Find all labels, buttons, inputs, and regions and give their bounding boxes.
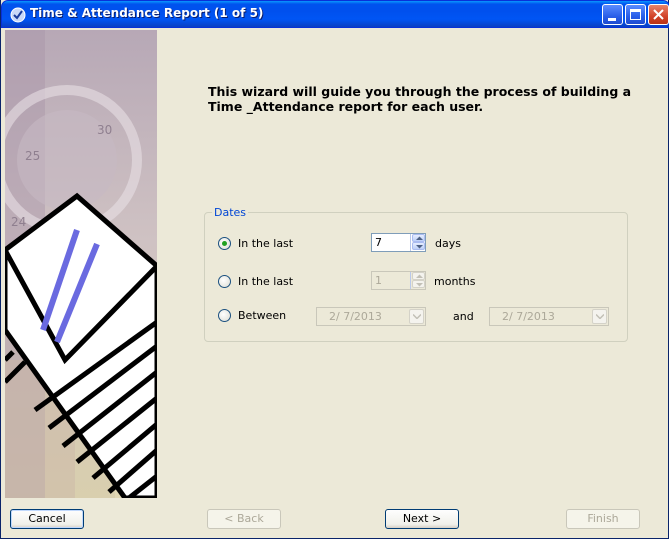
spin-down-button[interactable] [412,280,425,288]
start-date-picker[interactable]: 2/ 7/2013 [316,307,426,326]
checkmark-clock-icon [10,7,26,23]
svg-text:30: 30 [97,123,112,137]
spin-down-button[interactable] [412,242,425,250]
days-unit-label: days [435,237,461,250]
end-date-picker[interactable]: 2/ 7/2013 [489,307,609,326]
chevron-up-icon [416,274,423,278]
radio-button[interactable] [218,275,231,288]
months-spin-buttons[interactable] [410,272,425,289]
days-value: 7 [375,236,382,249]
months-unit-label: months [434,275,476,288]
days-spin-buttons[interactable] [410,234,425,251]
dates-group: Dates In the last 7 days In the last 1 m… [204,206,628,342]
wizard-intro-text: This wizard will guide you through the p… [208,84,632,114]
minimize-button[interactable] [602,4,623,25]
close-button[interactable] [648,4,669,25]
cancel-button[interactable]: Cancel [10,509,84,529]
window-title: Time & Attendance Report (1 of 5) [30,6,264,20]
spin-up-button[interactable] [412,234,425,242]
radio-label: Between [238,309,287,322]
end-date-dropdown-button[interactable] [592,309,607,324]
days-spinbox[interactable]: 7 [371,233,426,252]
svg-text:24: 24 [11,215,26,229]
chevron-down-icon [413,314,421,319]
back-button[interactable]: < Back [207,509,281,529]
maximize-button[interactable] [625,4,646,25]
chevron-up-icon [416,236,423,240]
maximize-icon [630,9,641,20]
minimize-icon [608,18,616,21]
finish-button[interactable]: Finish [566,509,640,529]
start-date-value: 2/ 7/2013 [329,310,382,323]
radio-label: In the last [238,237,294,250]
chevron-down-icon [416,283,423,287]
title-bar[interactable]: Time & Attendance Report (1 of 5) [1,0,669,28]
start-date-dropdown-button[interactable] [409,309,424,324]
close-icon [653,9,664,20]
wizard-window: Time & Attendance Report (1 of 5) 25 30 … [0,0,669,539]
and-label: and [453,310,474,323]
end-date-value: 2/ 7/2013 [502,310,555,323]
svg-text:25: 25 [25,149,40,163]
months-value: 1 [375,274,382,287]
months-spinbox[interactable]: 1 [371,271,426,290]
dates-group-legend: Dates [212,206,249,219]
wizard-side-artwork: 25 30 24 [5,30,157,498]
radio-button[interactable] [218,309,231,322]
radio-button[interactable] [218,237,231,250]
chevron-down-icon [596,314,604,319]
next-button[interactable]: Next > [385,509,459,529]
chevron-down-icon [416,245,423,249]
report-document-illustration: 25 30 24 [5,30,157,498]
radio-label: In the last [238,275,294,288]
spin-up-button[interactable] [412,272,425,280]
